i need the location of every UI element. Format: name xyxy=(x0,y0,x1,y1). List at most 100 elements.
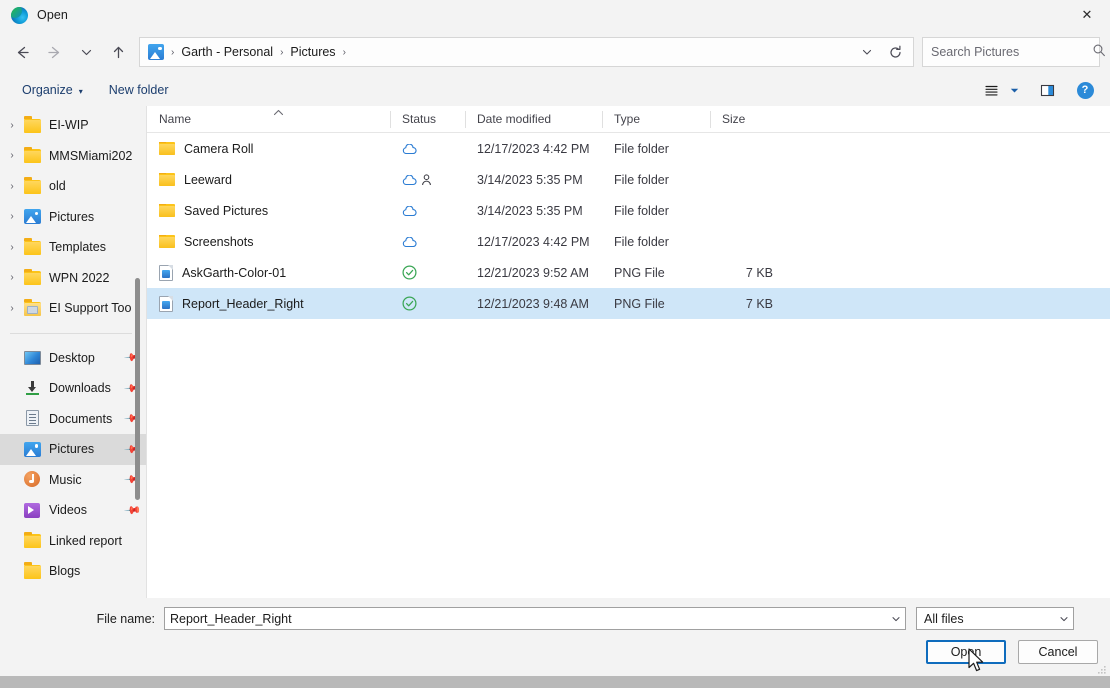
videos-icon xyxy=(24,502,41,519)
breadcrumb-item-pictures[interactable]: Pictures xyxy=(290,45,335,59)
chevron-right-icon[interactable]: › xyxy=(0,272,24,283)
spacer: › xyxy=(0,383,24,394)
cell-name: Screenshots xyxy=(147,234,390,249)
file-name-chevron-down-icon[interactable] xyxy=(886,608,905,629)
table-row[interactable]: Camera Roll 12/17/2023 4:42 PM File folder xyxy=(147,133,1110,164)
chevron-right-icon[interactable]: › xyxy=(0,242,24,253)
open-button[interactable]: Open xyxy=(926,640,1006,664)
sidebar-divider xyxy=(10,332,132,334)
table-row[interactable]: Saved Pictures 3/14/2023 5:35 PM File fold… xyxy=(147,195,1110,226)
refresh-icon[interactable] xyxy=(881,39,909,65)
sidebar-tree-item[interactable]: › old xyxy=(0,171,146,202)
sidebar-item-linked-report[interactable]: › Linked report xyxy=(0,526,146,557)
search-box[interactable] xyxy=(922,37,1105,67)
sidebar-item-desktop[interactable]: ›Desktop📌 xyxy=(0,343,146,374)
column-header-type[interactable]: Type xyxy=(602,106,710,133)
resize-grip[interactable] xyxy=(1095,662,1107,674)
documents-icon xyxy=(24,410,41,427)
spacer: › xyxy=(0,444,24,455)
back-arrow-icon[interactable] xyxy=(6,37,38,67)
sidebar-item-documents[interactable]: ›Documents📌 xyxy=(0,404,146,435)
file-name-combobox[interactable] xyxy=(164,607,906,630)
help-icon[interactable]: ? xyxy=(1072,77,1098,103)
shared-folder-icon xyxy=(24,299,41,317)
cancel-button[interactable]: Cancel xyxy=(1018,640,1098,664)
music-icon xyxy=(24,471,41,488)
table-row[interactable]: AskGarth-Color-01 12/21/2023 9:52 AM PNG F… xyxy=(147,257,1110,288)
column-header-name[interactable]: Name xyxy=(147,106,390,133)
sidebar-tree-item[interactable]: › Templates xyxy=(0,232,146,263)
dialog-body: › EI-WIP › MMSMiami202 › old › Pictures › Templat… xyxy=(0,106,1110,598)
folder-icon xyxy=(159,141,175,155)
sidebar-item-blogs[interactable]: › Blogs xyxy=(0,556,146,587)
view-list-icon[interactable] xyxy=(978,77,1004,103)
cell-size: 7 KB xyxy=(745,296,773,311)
chevron-right-icon[interactable]: › xyxy=(0,150,24,161)
recent-locations-chevron-down-icon[interactable] xyxy=(70,37,102,67)
file-name-input[interactable] xyxy=(170,611,886,626)
column-header-size[interactable]: Size xyxy=(710,106,787,133)
cell-name: Camera Roll xyxy=(147,141,390,156)
cell-date-modified: 12/17/2023 4:42 PM xyxy=(477,141,590,156)
pictures-library-icon xyxy=(24,441,41,458)
address-history-chevron-down-icon[interactable] xyxy=(853,39,881,65)
breadcrumb-separator[interactable]: › xyxy=(336,47,353,58)
sidebar-item-label: Downloads xyxy=(49,381,111,396)
view-options-chevron-down-icon[interactable] xyxy=(1006,77,1022,103)
sidebar-item-music[interactable]: ›Music📌 xyxy=(0,465,146,496)
cell-type: PNG File xyxy=(614,296,665,311)
title-bar: Open ✕ xyxy=(0,0,1110,30)
table-row[interactable]: Leeward 3/14/2023 5:35 PM File folder xyxy=(147,164,1110,195)
column-header-status[interactable]: Status xyxy=(390,106,465,133)
file-name-text: AskGarth-Color-01 xyxy=(182,265,287,280)
column-header-date-modified[interactable]: Date modified xyxy=(465,106,602,133)
chevron-right-icon[interactable]: › xyxy=(0,211,24,222)
chevron-right-icon[interactable]: › xyxy=(0,181,24,192)
file-type-chevron-down-icon[interactable] xyxy=(1054,608,1073,629)
cell-date-modified: 12/21/2023 9:48 AM xyxy=(477,296,589,311)
table-row[interactable]: Screenshots 12/17/2023 4:42 PM File folder xyxy=(147,226,1110,257)
sidebar-item-pictures[interactable]: ›Pictures📌 xyxy=(0,434,146,465)
close-window-button[interactable]: ✕ xyxy=(1064,0,1110,30)
up-one-level-icon[interactable] xyxy=(102,37,134,67)
folder-icon xyxy=(24,177,41,195)
chevron-right-icon[interactable]: › xyxy=(0,303,24,314)
sidebar-tree-item[interactable]: › EI-WIP xyxy=(0,110,146,141)
table-row[interactable]: Report_Header_Right 12/21/2023 9:48 AM PNG… xyxy=(147,288,1110,319)
sidebar-tree-item[interactable]: › EI Support Too xyxy=(0,293,146,324)
address-bar[interactable]: › Garth - Personal › Pictures › xyxy=(139,37,914,67)
spacer: › xyxy=(0,352,24,363)
folder-icon xyxy=(24,116,41,134)
navigation-sidebar[interactable]: › EI-WIP › MMSMiami202 › old › Pictures › Templat… xyxy=(0,106,146,598)
forward-arrow-icon[interactable] xyxy=(38,37,70,67)
sidebar-item-label: EI-WIP xyxy=(49,118,89,133)
sidebar-item-videos[interactable]: ›Videos📌 xyxy=(0,495,146,526)
new-folder-label: New folder xyxy=(108,83,169,97)
folder-icon xyxy=(159,172,175,186)
cell-name: Saved Pictures xyxy=(147,203,390,218)
cloud-icon xyxy=(402,143,417,154)
chevron-right-icon[interactable]: › xyxy=(0,120,24,131)
sidebar-item-downloads[interactable]: ›Downloads📌 xyxy=(0,373,146,404)
sidebar-item-label: Templates xyxy=(49,240,106,255)
cell-date-modified: 3/14/2023 5:35 PM xyxy=(477,172,583,187)
sidebar-items: › EI-WIP › MMSMiami202 › old › Pictures › Templat… xyxy=(0,106,146,587)
desktop-icon xyxy=(24,349,41,366)
sidebar-tree-item[interactable]: › MMSMiami202 xyxy=(0,141,146,172)
search-input[interactable] xyxy=(931,45,1092,59)
edge-logo-icon xyxy=(11,6,28,24)
file-type-dropdown[interactable]: All files xyxy=(916,607,1074,630)
file-list-pane[interactable]: Name Status Date modified Type Size Came… xyxy=(146,106,1110,598)
sidebar-tree-item[interactable]: › WPN 2022 xyxy=(0,263,146,294)
organize-menu-button[interactable]: Organize ▾ xyxy=(16,80,89,100)
cell-name: Leeward xyxy=(147,172,390,187)
cell-type: File folder xyxy=(614,172,669,187)
new-folder-button[interactable]: New folder xyxy=(103,80,175,100)
breadcrumb-item-account[interactable]: Garth - Personal xyxy=(181,45,273,59)
cell-status xyxy=(390,236,465,247)
sidebar-scrollbar-thumb[interactable] xyxy=(135,278,140,500)
cell-type: PNG File xyxy=(614,265,665,280)
sidebar-scrollbar[interactable] xyxy=(133,106,142,598)
sidebar-tree-item[interactable]: › Pictures xyxy=(0,202,146,233)
preview-pane-icon[interactable] xyxy=(1034,77,1060,103)
